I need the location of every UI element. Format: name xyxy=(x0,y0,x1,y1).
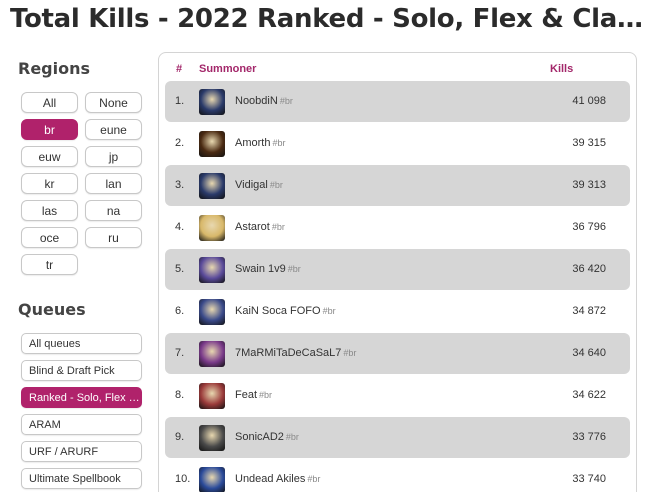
region-tag: #br xyxy=(307,474,321,484)
champion-icon xyxy=(199,215,225,241)
rank-number: 3. xyxy=(175,179,185,191)
column-summoner-header: Summoner xyxy=(199,63,257,75)
summoner-name-link[interactable]: NoobdiN #br xyxy=(235,95,293,107)
queue-button[interactable]: Ultimate Spellbook xyxy=(21,468,142,489)
champion-icon xyxy=(199,383,225,409)
champion-icon xyxy=(199,299,225,325)
summoner-name: NoobdiN xyxy=(235,95,278,107)
summoner-name: Amorth xyxy=(235,137,271,149)
summoner-name-link[interactable]: KaiN Soca FOFO #br xyxy=(235,305,336,317)
page-title: Total Kills - 2022 Ranked - Solo, Flex &… xyxy=(10,4,650,34)
summoner-name: KaiN Soca FOFO xyxy=(235,305,321,317)
region-button-eune[interactable]: eune xyxy=(85,119,142,140)
column-kills-header: Kills xyxy=(550,63,574,75)
leaderboard-row[interactable]: 2. Amorth #br 39 315 xyxy=(165,123,630,164)
summoner-name: Swain 1v9 xyxy=(235,263,286,275)
rank-number: 1. xyxy=(175,95,185,107)
rank-number: 8. xyxy=(175,389,185,401)
kills-value: 34 640 xyxy=(572,347,606,359)
kills-value: 36 796 xyxy=(572,221,606,233)
region-button-All[interactable]: All xyxy=(21,92,78,113)
champion-icon xyxy=(199,89,225,115)
region-button-oce[interactable]: oce xyxy=(21,227,78,248)
summoner-name: Feat xyxy=(235,389,258,401)
champion-icon xyxy=(199,341,225,367)
summoner-name-link[interactable]: Astarot #br xyxy=(235,221,285,233)
region-tag: #br xyxy=(343,348,357,358)
queue-button[interactable]: URF / ARURF xyxy=(21,441,142,462)
queues-heading: Queues xyxy=(18,300,86,319)
summoner-name: 7MaRMiTaDeCaSaL7 xyxy=(235,347,342,359)
region-tag: #br xyxy=(272,138,286,148)
leaderboard-row[interactable]: 3. Vidigal #br 39 313 xyxy=(165,165,630,206)
region-tag: #br xyxy=(279,96,293,106)
kills-value: 34 622 xyxy=(572,389,606,401)
rank-number: 7. xyxy=(175,347,185,359)
queue-button[interactable]: All queues xyxy=(21,333,142,354)
region-button-na[interactable]: na xyxy=(85,200,142,221)
champion-icon xyxy=(199,173,225,199)
champion-icon xyxy=(199,257,225,283)
leaderboard-header: # Summoner Kills xyxy=(159,63,636,79)
region-button-tr[interactable]: tr xyxy=(21,254,78,275)
region-tag: #br xyxy=(285,432,299,442)
summoner-name: Undead Akiles xyxy=(235,473,306,485)
rank-number: 2. xyxy=(175,137,185,149)
leaderboard-row[interactable]: 8. Feat #br 34 622 xyxy=(165,375,630,416)
rank-number: 9. xyxy=(175,431,185,443)
queue-button[interactable]: ARAM xyxy=(21,414,142,435)
kills-value: 41 098 xyxy=(572,95,606,107)
region-button-br[interactable]: br xyxy=(21,119,78,140)
kills-value: 36 420 xyxy=(572,263,606,275)
summoner-name: SonicAD2 xyxy=(235,431,284,443)
kills-value: 33 776 xyxy=(572,431,606,443)
leaderboard-row[interactable]: 7. 7MaRMiTaDeCaSaL7 #br 34 640 xyxy=(165,333,630,374)
summoner-name: Vidigal xyxy=(235,179,268,191)
regions-heading: Regions xyxy=(18,59,91,78)
kills-value: 33 740 xyxy=(572,473,606,485)
leaderboard-row[interactable]: 1. NoobdiN #br 41 098 xyxy=(165,81,630,122)
leaderboard-row[interactable]: 4. Astarot #br 36 796 xyxy=(165,207,630,248)
summoner-name-link[interactable]: Feat #br xyxy=(235,389,272,401)
summoner-name-link[interactable]: SonicAD2 #br xyxy=(235,431,299,443)
leaderboard-row[interactable]: 6. KaiN Soca FOFO #br 34 872 xyxy=(165,291,630,332)
leaderboard-row[interactable]: 9. SonicAD2 #br 33 776 xyxy=(165,417,630,458)
kills-value: 34 872 xyxy=(572,305,606,317)
leaderboard-panel: # Summoner Kills 1. NoobdiN #br 41 098 2. Amo… xyxy=(158,52,637,492)
champion-icon xyxy=(199,425,225,451)
region-tag: #br xyxy=(287,264,301,274)
rank-number: 6. xyxy=(175,305,185,317)
queue-button[interactable]: Ranked - Solo, Flex … xyxy=(21,387,142,408)
summoner-name-link[interactable]: 7MaRMiTaDeCaSaL7 #br xyxy=(235,347,356,359)
summoner-name: Astarot xyxy=(235,221,270,233)
summoner-name-link[interactable]: Vidigal #br xyxy=(235,179,283,191)
rank-number: 4. xyxy=(175,221,185,233)
region-tag: #br xyxy=(269,180,283,190)
summoner-name-link[interactable]: Undead Akiles #br xyxy=(235,473,320,485)
leaderboard-row[interactable]: 5. Swain 1v9 #br 36 420 xyxy=(165,249,630,290)
region-button-ru[interactable]: ru xyxy=(85,227,142,248)
region-button-kr[interactable]: kr xyxy=(21,173,78,194)
summoner-name-link[interactable]: Swain 1v9 #br xyxy=(235,263,301,275)
rank-number: 5. xyxy=(175,263,185,275)
champion-icon xyxy=(199,131,225,157)
region-tag: #br xyxy=(259,390,273,400)
queue-button[interactable]: Blind & Draft Pick xyxy=(21,360,142,381)
region-tag: #br xyxy=(271,222,285,232)
region-button-None[interactable]: None xyxy=(85,92,142,113)
leaderboard-row[interactable]: 10. Undead Akiles #br 33 740 xyxy=(165,459,630,492)
rank-number: 10. xyxy=(175,473,191,485)
kills-value: 39 313 xyxy=(572,179,606,191)
column-rank-header: # xyxy=(176,63,183,75)
summoner-name-link[interactable]: Amorth #br xyxy=(235,137,285,149)
region-button-euw[interactable]: euw xyxy=(21,146,78,167)
region-tag: #br xyxy=(322,306,336,316)
region-button-las[interactable]: las xyxy=(21,200,78,221)
champion-icon xyxy=(199,467,225,492)
kills-value: 39 315 xyxy=(572,137,606,149)
region-button-lan[interactable]: lan xyxy=(85,173,142,194)
region-button-jp[interactable]: jp xyxy=(85,146,142,167)
